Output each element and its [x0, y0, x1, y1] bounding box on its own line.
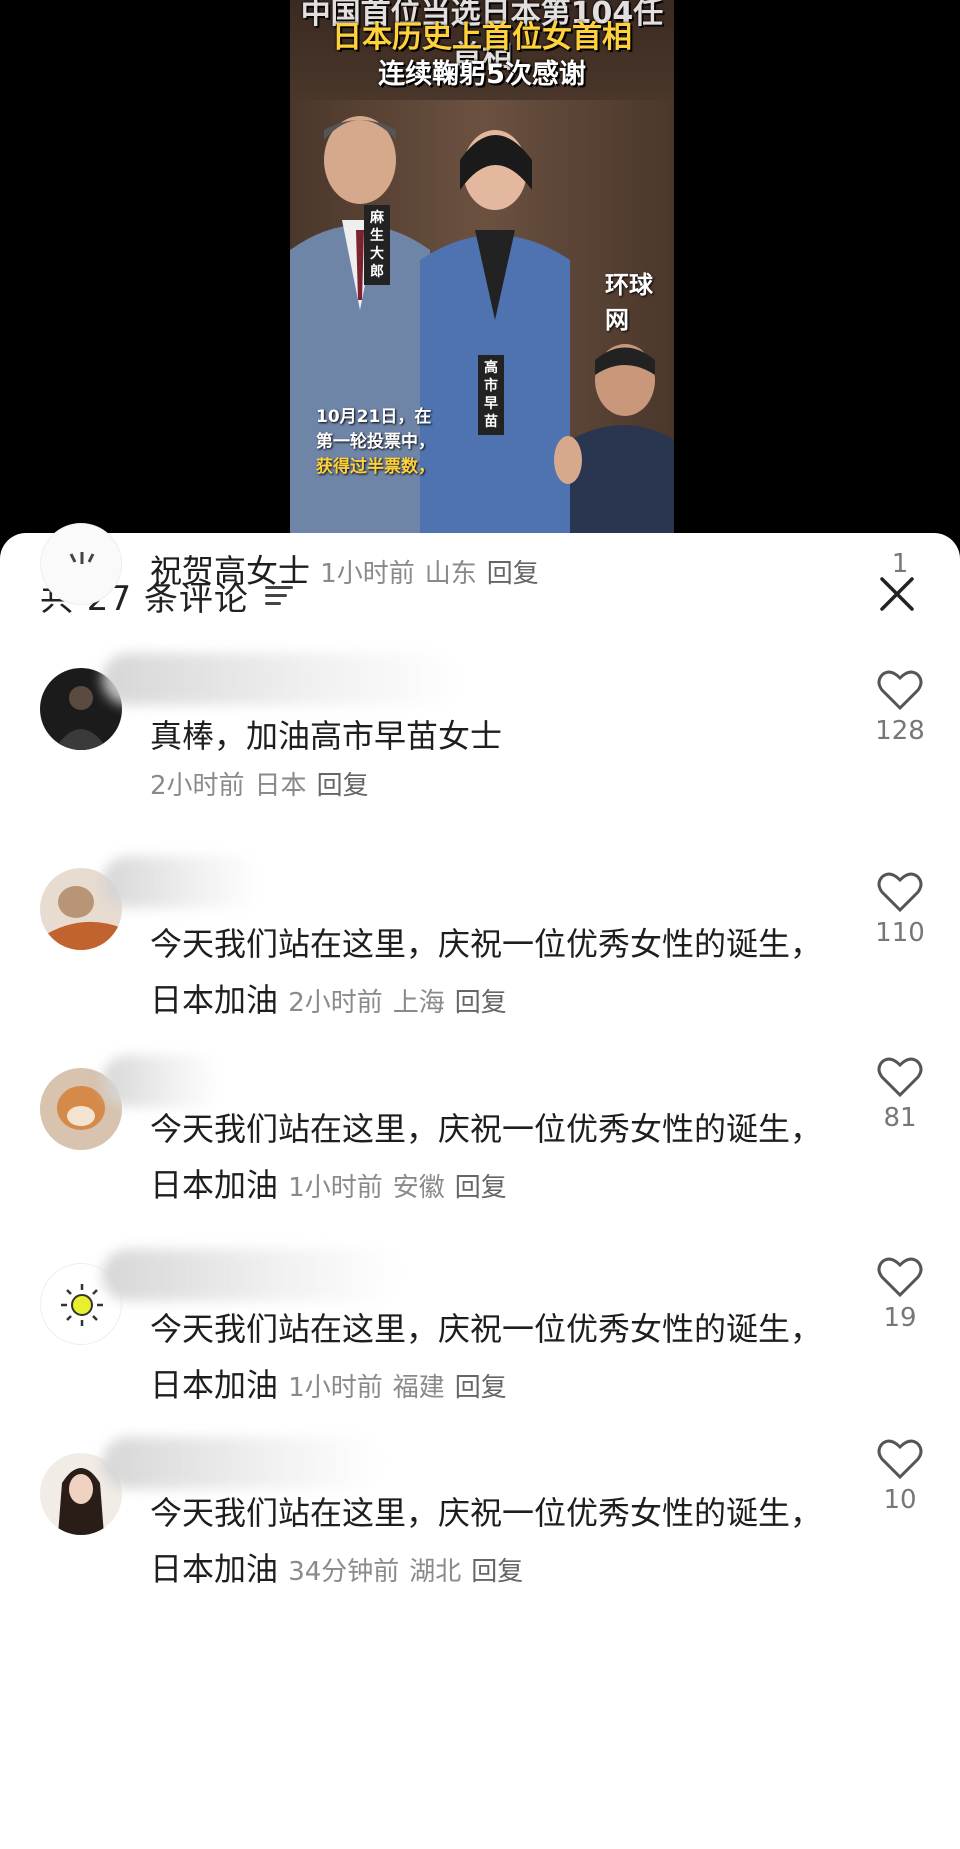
comment-item: 今天我们站在这里，庆祝一位优秀女性的诞生，日本加油 34分钟前 湖北 回复 10 — [0, 1433, 960, 1633]
comment-body: 今天我们站在这里，庆祝一位优秀女性的诞生，日本加油 2小时前 上海 回复 — [150, 916, 830, 1031]
video-caption-sub: 连续鞠躬5次感谢 — [378, 59, 586, 90]
username-blurred[interactable] — [102, 1437, 382, 1489]
comment-time: 1小时前 — [320, 559, 415, 589]
comment-time: 1小时前 — [288, 1373, 383, 1403]
video-subtitle: 10月21日，在 第一轮投票中， 获得过半票数， — [316, 405, 435, 480]
nameplate-center: 高市早苗 — [478, 355, 504, 435]
reply-button[interactable]: 回复 — [487, 559, 539, 589]
nameplate-left: 麻生大郎 — [364, 205, 390, 285]
reply-button[interactable]: 回复 — [455, 988, 507, 1018]
comment-sheet: 共 27 条评论 祝贺高女士 1小时前 山东 回复 1 真棒，加油高市早苗女士 2小… — [0, 523, 960, 1849]
like-area[interactable]: 10 — [860, 1437, 940, 1515]
video-watermark: 环球网 — [605, 271, 653, 334]
comment-item: 真棒，加油高市早苗女士 2小时前 日本 回复 128 — [0, 648, 960, 848]
heart-icon[interactable] — [876, 1437, 924, 1481]
comment-body: 今天我们站在这里，庆祝一位优秀女性的诞生，日本加油 1小时前 安徽 回复 — [150, 1101, 830, 1216]
comment-meta: 1小时前 山东 回复 — [320, 559, 549, 589]
person-center-image — [420, 130, 570, 540]
like-count: 110 — [875, 918, 925, 948]
username-blurred[interactable] — [102, 653, 462, 705]
like-count: 128 — [875, 716, 925, 746]
like-count: 81 — [883, 1103, 917, 1133]
comment-body: 祝贺高女士 1小时前 山东 回复 — [150, 543, 830, 602]
heart-icon[interactable] — [876, 1255, 924, 1299]
reply-button[interactable]: 回复 — [471, 1557, 523, 1587]
comment-time: 1小时前 — [288, 1173, 383, 1203]
comment-location: 福建 — [392, 1373, 445, 1403]
comment-body: 今天我们站在这里，庆祝一位优秀女性的诞生，日本加油 1小时前 福建 回复 — [150, 1301, 830, 1416]
like-count: 10 — [883, 1485, 917, 1515]
subtitle-line-3: 获得过半票数， — [316, 457, 435, 477]
comment-item: 祝贺高女士 1小时前 山东 回复 1 — [0, 523, 960, 633]
comment-location: 湖北 — [409, 1557, 462, 1587]
reply-button[interactable]: 回复 — [455, 1373, 507, 1403]
comment-text: 祝贺高女士 — [150, 552, 311, 590]
like-area[interactable]: 1 — [860, 545, 940, 579]
comment-location: 山东 — [424, 559, 477, 589]
video-player[interactable]: 中国首位当选日本第104任首相 日本历史上首位女首相 连续鞠躬5次感谢 环球网 … — [0, 0, 960, 540]
comment-item: 今天我们站在这里，庆祝一位优秀女性的诞生，日本加油 1小时前 福建 回复 19 — [0, 1243, 960, 1433]
like-area[interactable]: 128 — [860, 668, 940, 746]
comment-location: 上海 — [392, 988, 445, 1018]
comment-meta: 1小时前 安徽 回复 — [288, 1173, 517, 1203]
username-blurred[interactable] — [102, 1055, 222, 1107]
comment-meta: 1小时前 福建 回复 — [288, 1373, 517, 1403]
heart-icon[interactable] — [876, 668, 924, 712]
heart-icon[interactable] — [876, 870, 924, 914]
comment-item: 今天我们站在这里，庆祝一位优秀女性的诞生，日本加油 2小时前 上海 回复 110 — [0, 848, 960, 1048]
comment-time: 34分钟前 — [288, 1557, 400, 1587]
person-right-image — [554, 344, 674, 540]
video-caption-headline: 日本历史上首位女首相 — [332, 20, 632, 55]
reply-button[interactable]: 回复 — [455, 1173, 507, 1203]
like-count: 1 — [891, 549, 909, 579]
comment-body: 真棒，加油高市早苗女士 2小时前 日本 回复 — [150, 708, 830, 808]
comment-location: 安徽 — [392, 1173, 445, 1203]
username-blurred[interactable] — [102, 856, 262, 908]
like-area[interactable]: 19 — [860, 1255, 940, 1333]
subtitle-line-2: 第一轮投票中， — [316, 432, 435, 452]
avatar[interactable] — [40, 523, 122, 605]
heart-icon[interactable] — [876, 1055, 924, 1099]
video-frame: 中国首位当选日本第104任首相 日本历史上首位女首相 连续鞠躬5次感谢 环球网 … — [290, 0, 674, 540]
avatar-image — [69, 552, 95, 564]
like-count: 19 — [883, 1303, 917, 1333]
subtitle-line-1: 10月21日，在 — [316, 407, 432, 427]
comment-meta: 34分钟前 湖北 回复 — [288, 1557, 533, 1587]
comment-meta: 2小时前 上海 回复 — [288, 988, 517, 1018]
comment-text: 真棒，加油高市早苗女士 — [150, 717, 503, 755]
username-blurred[interactable] — [102, 1249, 402, 1301]
comment-time: 2小时前 — [288, 988, 383, 1018]
comment-body: 今天我们站在这里，庆祝一位优秀女性的诞生，日本加油 34分钟前 湖北 回复 — [150, 1485, 830, 1600]
like-area[interactable]: 110 — [860, 870, 940, 948]
like-area[interactable]: 81 — [860, 1055, 940, 1133]
comment-meta: 2小时前 日本 回复 — [150, 764, 830, 808]
reply-button[interactable]: 回复 — [317, 771, 369, 801]
comment-item: 今天我们站在这里，庆祝一位优秀女性的诞生，日本加油 1小时前 安徽 回复 81 — [0, 1043, 960, 1243]
comment-time: 2小时前 — [150, 771, 245, 801]
comment-location: 日本 — [254, 771, 307, 801]
